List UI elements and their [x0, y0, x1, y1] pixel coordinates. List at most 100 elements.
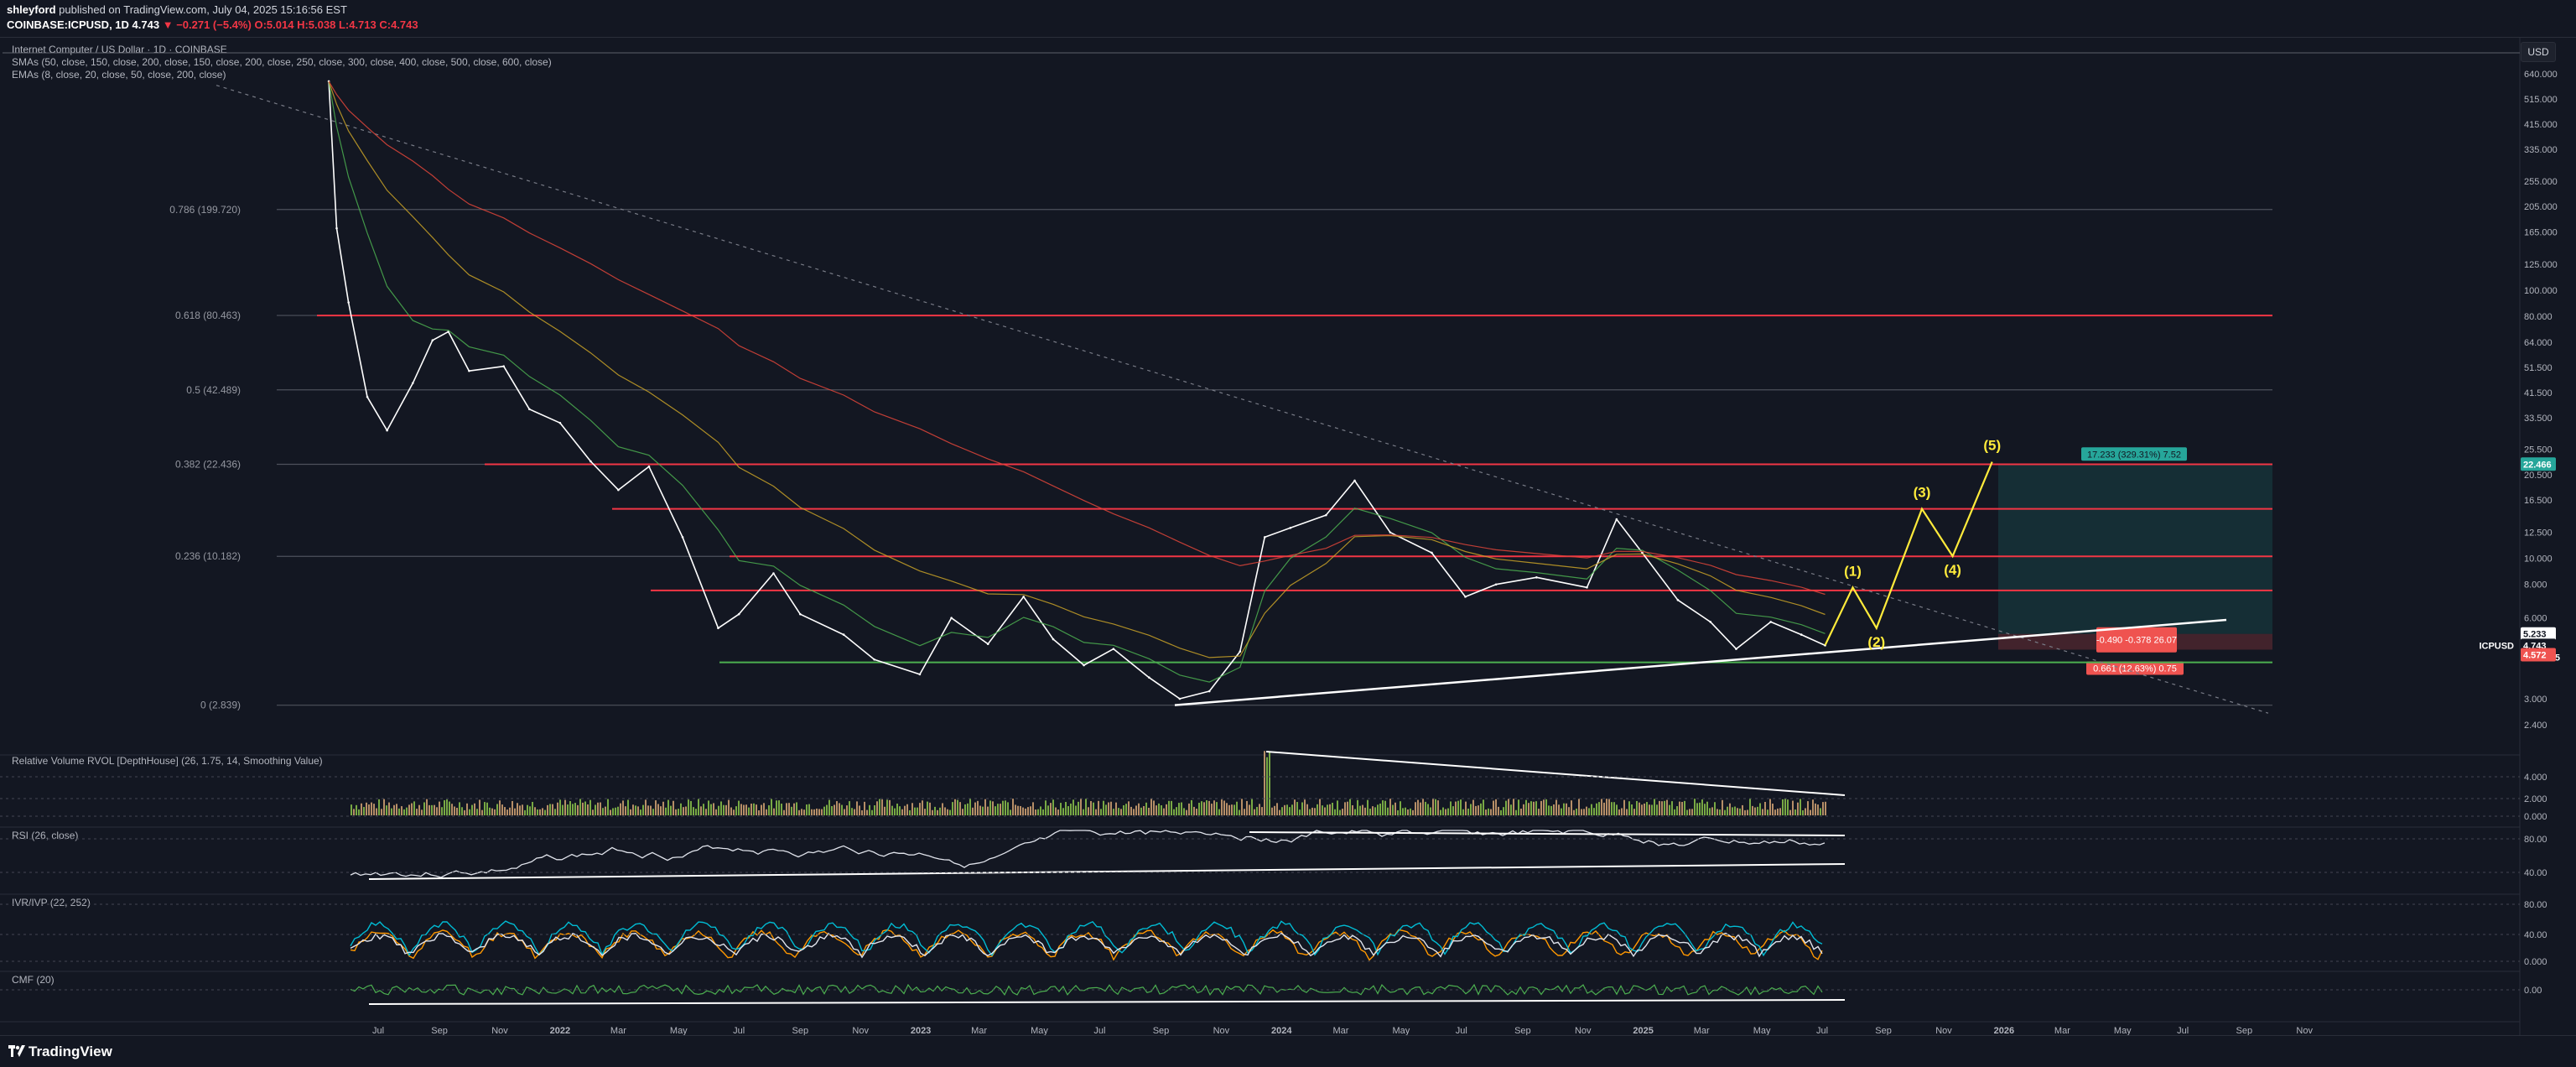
- rvol-bar: [1744, 809, 1746, 815]
- rvol-bar: [1173, 809, 1175, 815]
- rvol-bar: [1533, 801, 1535, 815]
- rvol-bar: [705, 809, 707, 815]
- price-axis-tick: 255.000: [2524, 177, 2558, 187]
- position-label-bg: [2096, 627, 2177, 653]
- rvol-bar: [909, 809, 911, 815]
- rvol-bar: [662, 801, 664, 815]
- symbol-label[interactable]: COINBASE:ICPUSD, 1D: [7, 18, 129, 31]
- rvol-bar: [1062, 808, 1064, 815]
- rvol-bar: [1452, 806, 1454, 815]
- rvol-bar: [796, 802, 797, 815]
- rvol-bar: [889, 799, 891, 815]
- rvol-bar: [1264, 751, 1265, 815]
- rvol-bar: [534, 807, 536, 815]
- loss-zone: [1998, 633, 2272, 650]
- rvol-bar: [773, 808, 775, 815]
- rvol-bar: [1639, 802, 1640, 815]
- rvol-bar: [1545, 799, 1547, 815]
- rvol-bar: [1241, 799, 1243, 815]
- rvol-bar: [363, 807, 365, 815]
- rvol-bar: [1078, 801, 1079, 815]
- rsi-pane-title[interactable]: RSI (26, close): [12, 830, 78, 841]
- rvol-bar: [1017, 805, 1019, 815]
- rvol-bar: [917, 807, 918, 815]
- rvol-trendline: [1265, 751, 1846, 796]
- price-point: [558, 421, 562, 424]
- rvol-bar: [1505, 800, 1507, 815]
- tradingview-logo[interactable]: TradingView: [8, 1044, 112, 1060]
- rvol-bar: [1465, 801, 1467, 815]
- rvol-bar: [1306, 804, 1308, 815]
- rvol-bar: [396, 804, 397, 815]
- price-chart[interactable]: 17.233 (329.31%) 7.52 -0.490 -0.378 26.07…: [0, 0, 2576, 1066]
- ema-legend[interactable]: EMAs (8, close, 20, close, 50, close, 20…: [12, 69, 552, 81]
- rvol-pane-title[interactable]: Relative Volume RVOL [DepthHouse] (26, 1…: [12, 755, 323, 767]
- rvol-bar: [715, 809, 717, 815]
- rvol-bar: [642, 804, 644, 815]
- rvol-bar: [1206, 800, 1208, 815]
- rvol-axis-tick: 4.000: [2524, 773, 2547, 783]
- rvol-bar: [519, 805, 521, 815]
- rvol-bar: [1435, 799, 1436, 815]
- rvol-bar: [504, 807, 506, 815]
- rvol-bar: [675, 809, 677, 815]
- rvol-bar: [1191, 799, 1192, 815]
- chart-title[interactable]: Internet Computer / US Dollar · 1D · COI…: [12, 44, 552, 56]
- rvol-bar: [469, 809, 470, 815]
- rvol-bar: [1666, 799, 1668, 815]
- rvol-bar: [660, 806, 662, 815]
- rvol-bar: [484, 802, 486, 815]
- rvol-bar: [1611, 802, 1613, 815]
- rvol-bar: [816, 808, 818, 815]
- rvol-bar: [1022, 807, 1024, 815]
- price-point: [1586, 586, 1588, 589]
- cmf-pane-title[interactable]: CMF (20): [12, 974, 55, 986]
- rvol-bar: [446, 799, 448, 815]
- rvol-bar: [924, 809, 926, 815]
- rvol-bar: [501, 804, 503, 815]
- price-point: [447, 331, 449, 333]
- rvol-bar: [572, 804, 574, 815]
- rvol-bar: [366, 802, 367, 815]
- rvol-bar: [1528, 803, 1530, 815]
- ivr-pane-title[interactable]: IVR/IVP (22, 252): [12, 897, 91, 908]
- price-axis-tick: 100.000: [2524, 286, 2558, 296]
- rvol-bar: [371, 802, 372, 815]
- publisher-name[interactable]: shleyford: [7, 3, 56, 16]
- rvol-bar: [1530, 801, 1532, 815]
- rvol-bar: [582, 802, 584, 815]
- rvol-bar: [456, 807, 458, 815]
- rvol-bar: [1583, 809, 1585, 815]
- rvol-bar: [1686, 809, 1688, 815]
- rvol-bar: [1759, 803, 1761, 815]
- rvol-bar: [529, 806, 531, 815]
- rvol-bar: [690, 800, 692, 815]
- rvol-bar: [1747, 809, 1748, 815]
- rvol-bar: [1815, 803, 1816, 815]
- rvol-bar: [1010, 809, 1011, 815]
- price-badge-text: 22.466: [2523, 460, 2552, 470]
- price-point: [1239, 650, 1242, 653]
- rvol-bar: [1150, 799, 1152, 815]
- rvol-bar: [607, 799, 609, 815]
- tradingview-logo-icon: [8, 1045, 25, 1057]
- rvol-bar: [851, 808, 853, 815]
- rvol-bar: [1140, 807, 1142, 815]
- rvol-bar: [1188, 803, 1190, 815]
- rvol-bar: [386, 805, 387, 815]
- rvol-bar: [1586, 806, 1587, 815]
- rvol-bar: [1216, 802, 1218, 815]
- rvol-bar: [1472, 799, 1474, 815]
- rvol-bar: [1525, 799, 1527, 815]
- rvol-bar: [600, 802, 601, 815]
- rvol-bar: [459, 802, 460, 815]
- rvol-bar: [733, 809, 735, 815]
- brand-text: TradingView: [29, 1044, 112, 1059]
- rvol-bar: [710, 804, 712, 815]
- sma-legend[interactable]: SMAs (50, close, 150, close, 200, close,…: [12, 56, 552, 69]
- currency-button[interactable]: USD: [2521, 42, 2556, 62]
- rvol-bar: [584, 801, 586, 815]
- rvol-bar: [720, 801, 722, 815]
- rvol-bar: [841, 804, 843, 815]
- price-badge-text: 5.233: [2523, 630, 2547, 640]
